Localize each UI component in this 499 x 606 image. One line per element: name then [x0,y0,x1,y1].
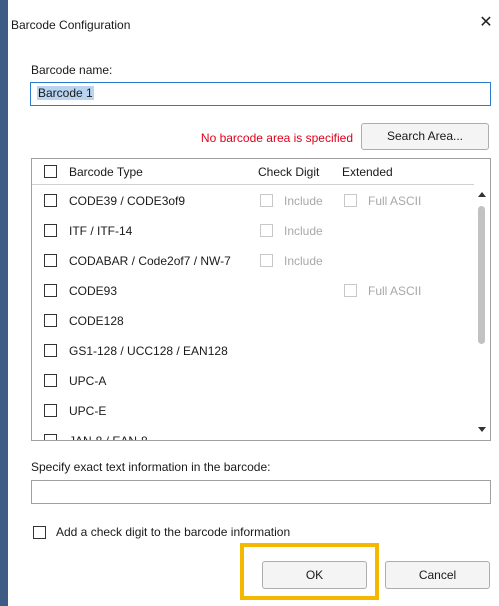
barcode-type-label: ITF / ITF-14 [69,224,133,238]
extended-label: Full ASCII [368,284,422,298]
window-title: Barcode Configuration [11,18,131,32]
barcode-type-label: GS1-128 / UCC128 / EAN128 [69,344,228,358]
header-extended: Extended [342,165,393,179]
grid-scrollbar[interactable] [474,184,490,440]
barcode-name-input[interactable]: Barcode 1 [30,82,491,106]
barcode-type-label: UPC-A [69,374,107,388]
title-bar: Barcode Configuration ✕ [8,0,499,40]
table-row[interactable]: CODE128 [32,306,472,336]
barcode-type-label: CODE128 [69,314,124,328]
exact-text-input[interactable] [31,480,491,504]
barcode-type-label: UPC-E [69,404,107,418]
check-digit-label: Include [284,254,323,268]
no-area-warning: No barcode area is specified [200,131,353,145]
table-row[interactable]: CODE39 / CODE3of9 Include Full ASCII [32,186,472,216]
search-area-button[interactable]: Search Area... [361,123,489,150]
check-digit-label: Include [284,194,323,208]
table-row[interactable]: UPC-E [32,396,472,426]
extended-checkbox[interactable] [344,194,357,207]
barcode-type-checkbox[interactable] [44,224,57,237]
barcode-type-checkbox[interactable] [44,254,57,267]
barcode-type-checkbox[interactable] [44,434,57,440]
grid-header: Barcode Type Check Digit Extended [32,159,490,185]
check-digit-checkbox[interactable] [260,224,273,237]
select-all-checkbox[interactable] [44,165,57,178]
table-row[interactable]: ITF / ITF-14 Include [32,216,472,246]
table-row[interactable]: GS1-128 / UCC128 / EAN128 [32,336,472,366]
add-check-digit-checkbox[interactable] [33,526,46,539]
table-row[interactable]: CODE93 Full ASCII [32,276,472,306]
ok-button[interactable]: OK [262,561,367,589]
exact-text-label: Specify exact text information in the ba… [31,460,271,474]
barcode-type-checkbox[interactable] [44,284,57,297]
barcode-type-checkbox[interactable] [44,404,57,417]
barcode-type-checkbox[interactable] [44,314,57,327]
header-check-digit: Check Digit [258,165,320,179]
scroll-down-icon[interactable] [478,427,486,432]
barcode-name-label: Barcode name: [31,63,113,77]
barcode-type-label: CODE39 / CODE3of9 [69,194,186,208]
close-icon[interactable]: ✕ [473,10,499,36]
add-check-digit-label: Add a check digit to the barcode informa… [56,525,291,539]
barcode-type-label: CODABAR / Code2of7 / NW-7 [69,254,231,268]
barcode-type-checkbox[interactable] [44,374,57,387]
window-frame [0,0,8,606]
header-barcode-type: Barcode Type [69,165,143,179]
barcode-type-label: JAN-8 / EAN-8 [69,434,148,441]
scroll-up-icon[interactable] [478,192,486,197]
check-digit-checkbox[interactable] [260,254,273,267]
barcode-type-checkbox[interactable] [44,194,57,207]
extended-checkbox[interactable] [344,284,357,297]
barcode-type-label: CODE93 [69,284,118,298]
extended-label: Full ASCII [368,194,422,208]
table-row[interactable]: JAN-8 / EAN-8 [32,426,472,441]
barcode-type-checkbox[interactable] [44,344,57,357]
check-digit-label: Include [284,224,323,238]
table-row[interactable]: CODABAR / Code2of7 / NW-7 Include [32,246,472,276]
check-digit-checkbox[interactable] [260,194,273,207]
scroll-thumb[interactable] [478,206,485,344]
barcode-type-grid: Barcode Type Check Digit Extended CODE39… [31,158,491,441]
barcode-name-value: Barcode 1 [37,86,94,100]
cancel-button[interactable]: Cancel [385,561,490,589]
table-row[interactable]: UPC-A [32,366,472,396]
